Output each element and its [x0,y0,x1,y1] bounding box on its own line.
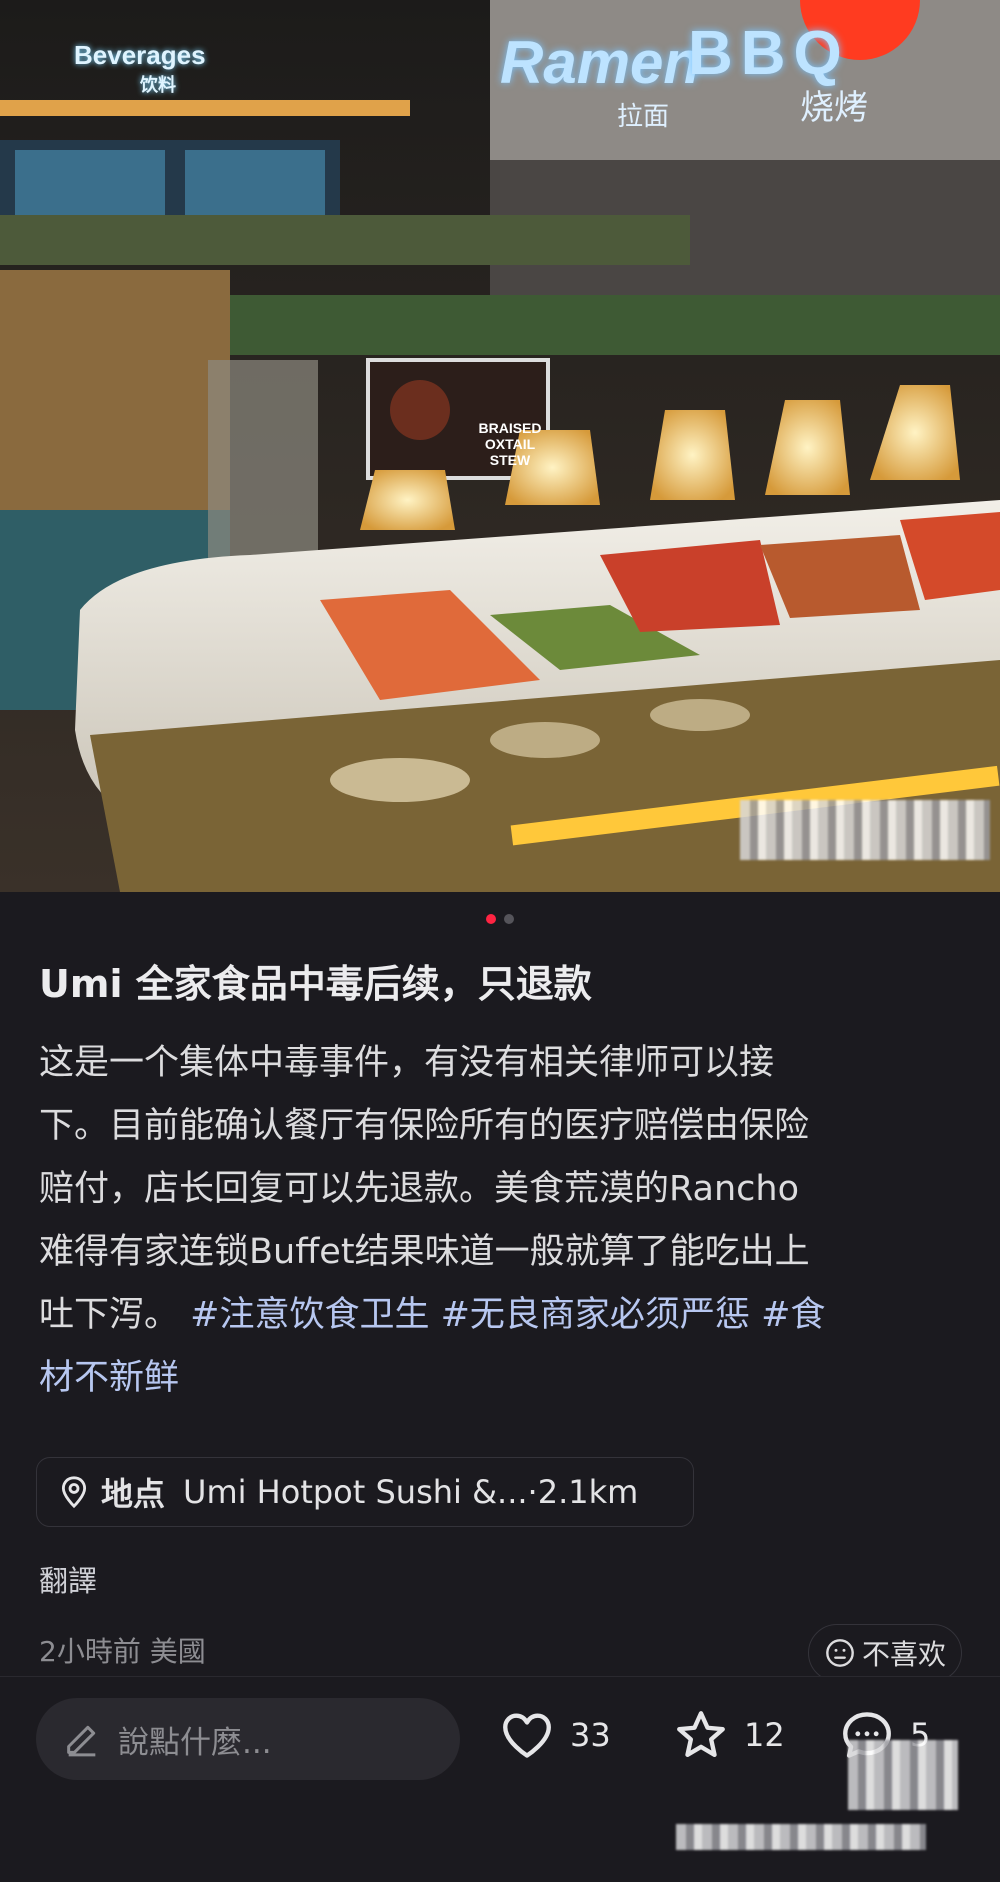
dislike-label: 不喜欢 [861,1638,946,1671]
dislike-button[interactable]: 不喜欢 [808,1624,962,1682]
post-body-line: 这是一个集体中毒事件，有没有相关律师可以接 [39,1043,775,1083]
like-button[interactable]: 33 [498,1706,611,1764]
heart-icon [503,1713,551,1758]
carousel-indicator [0,914,1000,924]
blurred-overlay [676,1824,926,1850]
post-body-line: 吐下泻。 #注意饮食卫生 #无良商家必须严惩 #食 [39,1284,969,1347]
blurred-overlay [740,800,990,860]
post-body-text: 吐下泻。 [39,1295,191,1335]
post-photo[interactable]: Beverages 饮料 Ramen BBQ 拉面 烧烤 BRAISED OXT… [0,0,1000,892]
sign-ramen: Ramen [500,29,701,96]
favorite-button[interactable]: 12 [672,1706,785,1764]
carousel-dot-active[interactable] [486,914,496,924]
post-body-line: 材不新鲜 [39,1347,969,1410]
post-region: 美國 [149,1635,206,1668]
hashtag-link-continued[interactable]: 材不新鲜 [39,1358,179,1398]
hashtag-link[interactable]: #食 [761,1295,825,1335]
sign-ramen-cn: 拉面 [617,102,670,132]
translate-link[interactable]: 翻譯 [39,1558,97,1600]
pencil-icon [67,1725,96,1757]
like-count: 33 [570,1716,611,1754]
post-body-line: 下。目前能确认餐厅有保险所有的医疗赔偿由保险 [39,1106,810,1146]
hashtag-link[interactable]: #注意饮食卫生 [190,1295,429,1335]
sign-bbq-cn: 烧烤 [800,88,868,128]
comment-placeholder: 說點什麼... [118,1724,272,1761]
post-meta: 2小時前 美國 [39,1630,206,1670]
favorite-count: 12 [744,1716,785,1754]
location-chip[interactable]: 地点 Umi Hotpot Sushi &... ·2.1km [36,1457,694,1527]
sign-beverages-cn: 饮料 [140,75,176,95]
neutral-face-icon [826,1639,854,1667]
location-label: 地点 [101,1475,166,1513]
sign-beverages: Beverages 饮料 [74,40,206,97]
sign-bbq: BBQ [688,19,850,88]
post-body-line: 赔付，店长回复可以先退款。美食荒漠的Rancho [39,1169,800,1209]
post-body-line: 难得有家连锁Buffet结果味道一般就算了能吃出上 [39,1232,810,1272]
location-name: Umi Hotpot Sushi &... [183,1473,528,1511]
blurred-overlay [848,1740,958,1810]
location-distance: ·2.1km [527,1473,639,1511]
post-time: 2小時前 [39,1635,141,1668]
stew-card-text: BRAISED OXTAIL STEW [478,420,542,468]
post-title: Umi 全家食品中毒后续，只退款 [39,962,592,1006]
hashtag-link[interactable]: #无良商家必须严惩 [441,1295,750,1335]
post-body: 这是一个集体中毒事件，有没有相关律师可以接 下。目前能确认餐厅有保险所有的医疗赔… [39,1032,969,1410]
comment-input[interactable]: 說點什麼... [36,1698,460,1780]
star-icon [677,1711,725,1757]
sign-beverages-en: Beverages [74,40,206,70]
carousel-dot[interactable] [504,914,514,924]
location-pin-icon [61,1476,87,1509]
